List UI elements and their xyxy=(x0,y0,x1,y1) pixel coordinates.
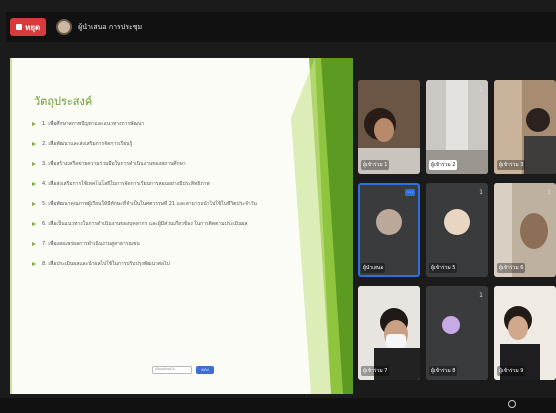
avatar xyxy=(441,316,460,335)
participant-name: ผู้เข้าร่วม 6 xyxy=(497,263,526,273)
participant-tile-active[interactable]: ⋯ ผู้นำเสนอ xyxy=(358,183,420,277)
bullet-arrow-icon xyxy=(32,162,36,166)
participant-tile[interactable]: ผู้เข้าร่วม 1 xyxy=(358,80,420,174)
stop-share-label: หยุด xyxy=(25,22,41,32)
slide-bullet: 5. เพื่อพัฒนาคุณภาพผู้เรียนให้มีทักษะที่… xyxy=(32,200,292,208)
participant-tile[interactable]: 1 ผู้เข้าร่วม 2 xyxy=(426,80,488,174)
participant-name: ผู้เข้าร่วม 8 xyxy=(429,366,458,376)
slide-footer-button[interactable]: ถัดไป xyxy=(196,366,214,374)
participant-tile[interactable]: 1 ผู้เข้าร่วม 5 xyxy=(426,183,488,277)
slide-decoration xyxy=(291,58,353,394)
participant-badge: 1 xyxy=(547,189,551,196)
participant-tile[interactable]: ผู้เข้าร่วม 9 xyxy=(494,286,556,380)
bullet-arrow-icon xyxy=(32,122,36,126)
participant-name: ผู้เข้าร่วม 5 xyxy=(429,263,458,273)
avatar xyxy=(444,209,470,236)
slide-footer-field[interactable]: เลื่อนหน้าต่อไป xyxy=(152,366,192,374)
participant-tile[interactable]: 1 ผู้เข้าร่วม 6 xyxy=(494,183,556,277)
participant-name: ผู้เข้าร่วม 3 xyxy=(497,160,526,170)
bullet-arrow-icon xyxy=(32,242,36,246)
slide-bullet-text: 1. เพื่อศึกษาสภาพปัญหาและแนวทางการพัฒนา xyxy=(42,121,145,127)
info-icon[interactable] xyxy=(508,400,516,408)
slide-bullet-list: 1. เพื่อศึกษาสภาพปัญหาและแนวทางการพัฒนา … xyxy=(32,120,292,280)
bottom-bar xyxy=(0,398,556,413)
presenter-avatar xyxy=(56,19,73,35)
participant-name: ผู้นำเสนอ xyxy=(361,263,386,273)
participant-name: ผู้เข้าร่วม 1 xyxy=(361,160,390,170)
slide-bullet-text: 3. เพื่อสร้างเครือข่ายความร่วมมือในการดำ… xyxy=(42,161,186,167)
slide-bullet: 3. เพื่อสร้างเครือข่ายความร่วมมือในการดำ… xyxy=(32,160,292,168)
slide-title: วัตถุประสงค์ xyxy=(34,95,93,108)
slide-bullet: 8. เพื่อประเมินผลและนำผลไปใช้ในการปรับปร… xyxy=(32,260,292,268)
slide-bullet: 6. เพื่อเป็นแนวทางในการดำเนินงานของบุคลา… xyxy=(32,220,292,228)
stop-icon xyxy=(16,24,22,30)
bullet-arrow-icon xyxy=(32,262,36,266)
participant-tile[interactable]: 1 ผู้เข้าร่วม 8 xyxy=(426,286,488,380)
bullet-arrow-icon xyxy=(32,182,36,186)
slide-bullet-text: 5. เพื่อพัฒนาคุณภาพผู้เรียนให้มีทักษะที่… xyxy=(42,201,257,207)
slide-bullet: 2. เพื่อพัฒนาและส่งเสริมการจัดการเรียนรู… xyxy=(32,140,292,148)
slide-bullet: 1. เพื่อศึกษาสภาพปัญหาและแนวทางการพัฒนา xyxy=(32,120,292,128)
slide-footer: เลื่อนหน้าต่อไป ถัดไป xyxy=(152,366,214,374)
participant-tile[interactable]: ผู้เข้าร่วม 7 xyxy=(358,286,420,380)
avatar xyxy=(376,209,402,236)
participant-tile[interactable]: ผู้เข้าร่วม 3 xyxy=(494,80,556,174)
bullet-arrow-icon xyxy=(32,222,36,226)
more-options-icon[interactable]: ⋯ xyxy=(405,189,415,196)
top-bar: หยุด ผู้นำเสนอ การประชุม xyxy=(6,12,556,42)
stop-share-button[interactable]: หยุด xyxy=(10,18,47,36)
video-call-window: หยุด ผู้นำเสนอ การประชุม วัตถุประสงค์ 1.… xyxy=(0,0,556,413)
presenter-name: ผู้นำเสนอ การประชุม xyxy=(78,22,143,31)
slide-bullet: 7. เพื่อเผยแพร่ผลการดำเนินงานสู่สาธารณชน xyxy=(32,240,292,248)
slide-bullet-text: 4. เพื่อส่งเสริมการใช้เทคโนโลยีในการจัดก… xyxy=(42,181,210,187)
shared-slide: วัตถุประสงค์ 1. เพื่อศึกษาสภาพปัญหาและแน… xyxy=(10,58,353,394)
slide-bullet-text: 7. เพื่อเผยแพร่ผลการดำเนินงานสู่สาธารณชน xyxy=(42,241,140,247)
presenter-indicator: ผู้นำเสนอ การประชุม xyxy=(56,19,142,35)
slide-bullet-text: 8. เพื่อประเมินผลและนำผลไปใช้ในการปรับปร… xyxy=(42,261,170,267)
bullet-arrow-icon xyxy=(32,142,36,146)
participant-name: ผู้เข้าร่วม 2 xyxy=(429,160,458,170)
participant-badge: 1 xyxy=(479,292,483,299)
bullet-arrow-icon xyxy=(32,202,36,206)
slide-bullet-text: 2. เพื่อพัฒนาและส่งเสริมการจัดการเรียนรู… xyxy=(42,141,133,147)
slide-bullet-text: 6. เพื่อเป็นแนวทางในการดำเนินงานของบุคลา… xyxy=(42,221,248,227)
participant-badge: 1 xyxy=(479,189,483,196)
participant-name: ผู้เข้าร่วม 7 xyxy=(361,366,390,376)
participant-badge: 1 xyxy=(479,86,483,93)
participant-name: ผู้เข้าร่วม 9 xyxy=(497,366,526,376)
slide-bullet: 4. เพื่อส่งเสริมการใช้เทคโนโลยีในการจัดก… xyxy=(32,180,292,188)
